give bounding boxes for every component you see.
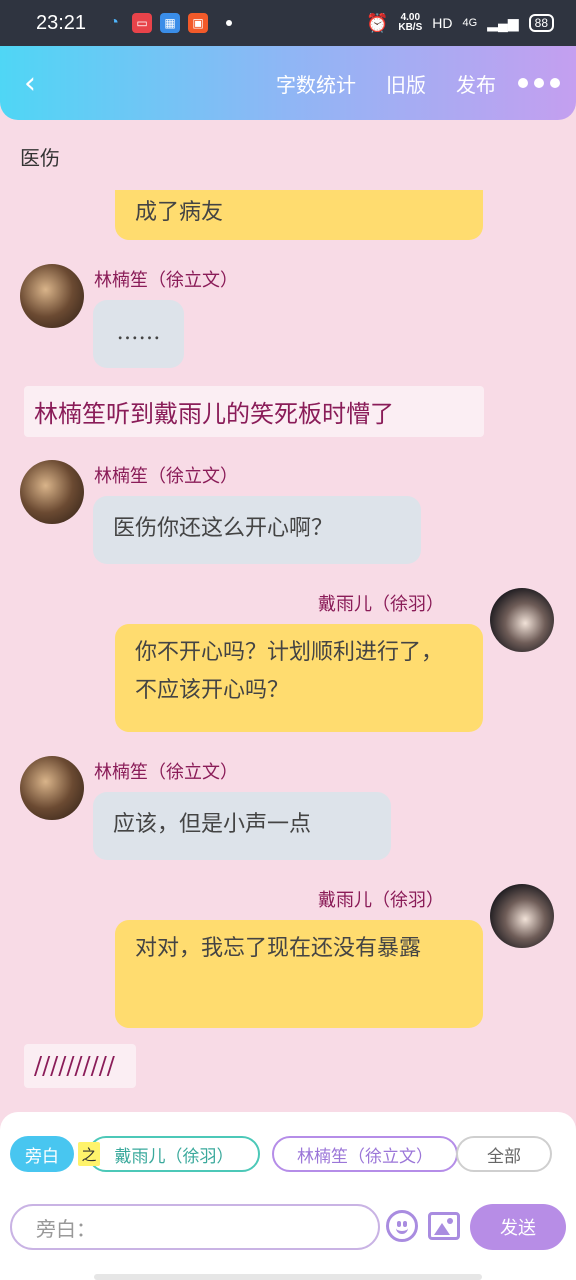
- sender-name: 林楠笙（徐立文）: [94, 270, 238, 291]
- narration-bubble[interactable]: //////////: [24, 1044, 136, 1088]
- network-label: 4G: [462, 17, 478, 29]
- send-button[interactable]: 发送: [470, 1204, 566, 1250]
- status-time: 23:21: [36, 11, 87, 34]
- avatar[interactable]: [490, 588, 554, 652]
- narration-bubble[interactable]: 林楠笙听到戴雨儿的笑死板时懵了: [24, 386, 484, 437]
- message-input[interactable]: 旁白：: [10, 1204, 380, 1250]
- gesture-bar: [94, 1274, 482, 1280]
- word-count-link[interactable]: 字数统计: [276, 69, 356, 98]
- chat-bubble[interactable]: 你不开心吗？计划顺利进行了，不应该开心吗？: [115, 624, 483, 732]
- qq-icon: ◔: [109, 14, 119, 31]
- chip-aside[interactable]: 旁白: [10, 1136, 74, 1172]
- chat-bubble[interactable]: ……: [93, 300, 184, 368]
- publish-link[interactable]: 发布: [456, 69, 496, 98]
- net-speed: 4.00 KB/S: [398, 13, 422, 33]
- sender-name: 戴雨儿（徐羽）: [318, 890, 444, 911]
- sender-name: 林楠笙（徐立文）: [94, 466, 238, 487]
- chip-all[interactable]: 全部: [456, 1136, 552, 1172]
- header-links: 字数统计 旧版 发布: [276, 69, 496, 98]
- battery-indicator: 88: [528, 14, 554, 32]
- sender-name: 林楠笙（徐立文）: [94, 762, 238, 783]
- top-header: ‹ 字数统计 旧版 发布: [0, 46, 576, 120]
- notification-dot: [226, 20, 233, 26]
- hd-label: HD: [432, 15, 453, 31]
- avatar[interactable]: [20, 460, 84, 524]
- signal-icon: ▂▄▆: [487, 14, 519, 31]
- video-icon: ▭: [132, 13, 153, 33]
- chip-lin-nansheng[interactable]: 林楠笙（徐立文）: [272, 1136, 458, 1172]
- status-right: ⏰ 4.00 KB/S HD 4G ▂▄▆ 88: [366, 13, 554, 34]
- back-arrow-icon[interactable]: ‹: [0, 46, 60, 120]
- avatar[interactable]: [20, 264, 84, 328]
- chat-bubble[interactable]: 医伤你还这么开心啊？: [93, 496, 421, 564]
- chip-of-marker: 之: [78, 1142, 100, 1166]
- alarm-icon: ⏰: [365, 12, 389, 33]
- chat-bubble[interactable]: 对对，我忘了现在还没有暴露: [115, 920, 483, 1028]
- app2-icon: ▣: [188, 13, 209, 33]
- speed-unit: KB/S: [398, 22, 423, 33]
- image-icon[interactable]: [428, 1212, 460, 1240]
- scene-label: 医伤: [20, 146, 60, 170]
- avatar[interactable]: [20, 756, 84, 820]
- more-dots-icon[interactable]: [518, 78, 560, 88]
- sender-name: 戴雨儿（徐羽）: [318, 594, 444, 615]
- chip-dai-yuer[interactable]: 戴雨儿（徐羽）: [88, 1136, 260, 1172]
- app-icon: ▦: [160, 13, 181, 33]
- chat-area[interactable]: 医伤 成了病友 林楠笙（徐立文） …… 林楠笙听到戴雨儿的笑死板时懵了 林楠笙（…: [0, 120, 576, 1110]
- composer-panel: 戴雨儿（徐羽） 旁白 之 林楠笙（徐立文） 全部 旁白： 发送: [0, 1112, 576, 1280]
- emoji-icon[interactable]: [386, 1210, 418, 1242]
- avatar[interactable]: [490, 884, 554, 948]
- role-chips: 戴雨儿（徐羽） 旁白 之 林楠笙（徐立文） 全部: [10, 1136, 566, 1176]
- old-version-link[interactable]: 旧版: [386, 69, 426, 98]
- status-bar: 23:21 ◔ ▭ ▦ ▣ ⏰ 4.00 KB/S HD 4G ▂▄▆ 88: [0, 0, 576, 46]
- chat-bubble[interactable]: 成了病友: [115, 190, 483, 240]
- chat-bubble[interactable]: 应该，但是小声一点: [93, 792, 391, 860]
